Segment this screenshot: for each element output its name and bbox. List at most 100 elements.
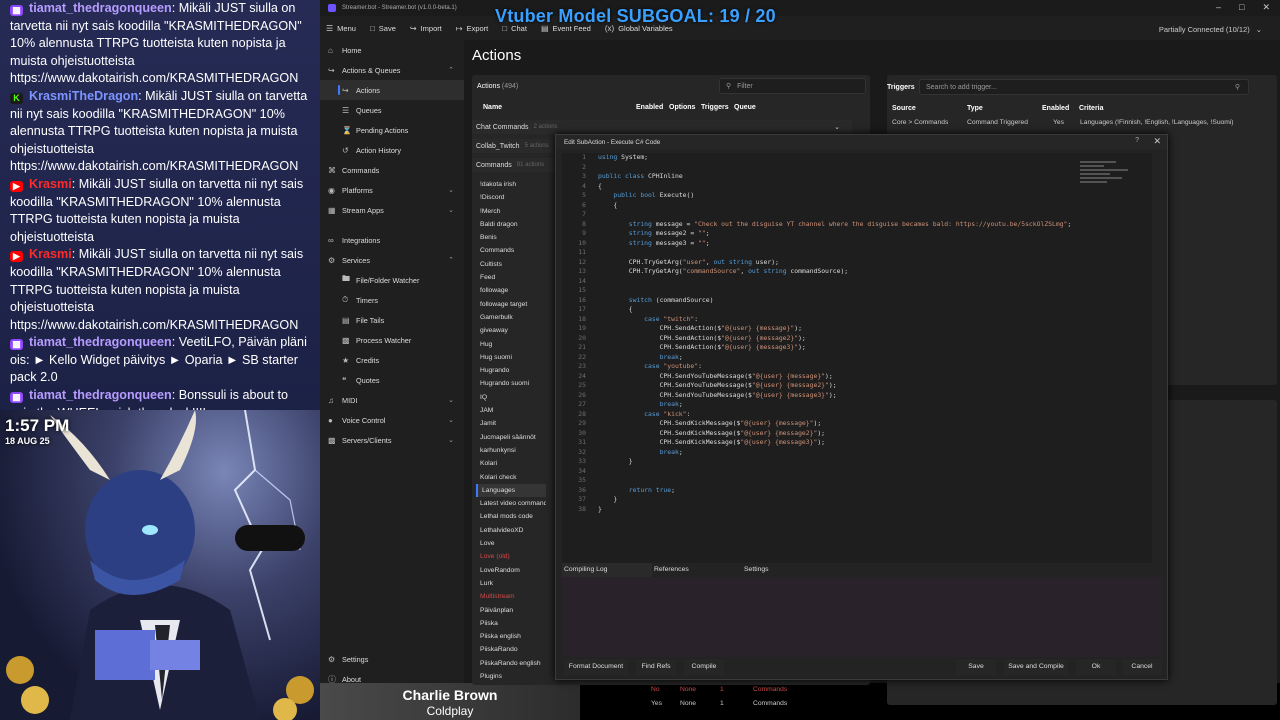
action-item[interactable]: Hug [476, 338, 546, 351]
help-icon[interactable]: ? [1135, 137, 1139, 144]
trigger-search-input[interactable]: Search to add trigger... ⚲ [919, 79, 1249, 95]
action-item[interactable]: Lethal mods code [476, 510, 546, 523]
export-button[interactable]: ↦ Export [456, 24, 488, 33]
sidebar-item-actions-queues[interactable]: ↪ Actions & Queues ⌃ [320, 60, 464, 80]
ok-button[interactable]: Ok [1076, 659, 1116, 675]
action-item[interactable]: Lurk [476, 577, 546, 590]
action-item[interactable]: Päivänplan [476, 604, 546, 617]
action-item[interactable]: Plugins [476, 670, 546, 683]
import-button[interactable]: ↪ Import [410, 24, 442, 33]
action-item[interactable]: giveaway [476, 324, 546, 337]
sidebar-item-commands[interactable]: ⌘ Commands [320, 160, 464, 180]
action-item[interactable]: Multistream [476, 590, 546, 603]
save-and-compile-button[interactable]: Save and Compile [1004, 659, 1068, 675]
col-triggers[interactable]: Triggers [701, 104, 729, 111]
col-enabled[interactable]: Enabled [636, 104, 663, 111]
save-button[interactable]: Save [956, 659, 996, 675]
edit-subaction-dialog: Edit SubAction - Execute C# Code ? ✕ 1 us… [555, 134, 1168, 680]
action-item[interactable]: Languages [476, 483, 546, 498]
code-editor[interactable]: 1 using System; 2 3 public class CPHInline 4{… [562, 153, 1152, 563]
action-item[interactable]: Feed [476, 271, 546, 284]
action-item[interactable]: Piiska english [476, 630, 546, 643]
action-item[interactable]: Hug suomi [476, 351, 546, 364]
code-line: 33 } [562, 457, 1152, 467]
action-item[interactable]: Hugrando [476, 364, 546, 377]
sidebar-item-action-history[interactable]: ↺ Action History [320, 140, 464, 160]
action-item[interactable]: JAM [476, 404, 546, 417]
col-criteria[interactable]: Criteria [1079, 105, 1104, 112]
sidebar-item-file-tails[interactable]: ▤ File Tails [320, 310, 464, 330]
close-icon[interactable]: ✕ [1153, 136, 1161, 147]
sidebar-item-pending-actions[interactable]: ⌛ Pending Actions [320, 120, 464, 140]
action-item[interactable]: Love (old) [476, 550, 546, 563]
tab-references[interactable]: References [652, 563, 742, 577]
code-text: CPH.SendKickMessage($"@{user} {message3}… [598, 438, 826, 446]
sidebar-item-credits[interactable]: ★ Credits [320, 350, 464, 370]
minimize-icon[interactable]: – [1216, 2, 1221, 13]
col-name[interactable]: Name [483, 104, 502, 111]
action-item[interactable]: !Merch [476, 205, 546, 218]
action-item[interactable]: Love [476, 537, 546, 550]
action-item[interactable]: Kolari check [476, 471, 546, 484]
close-icon[interactable]: ✕ [1262, 2, 1270, 13]
compile-button[interactable]: Compile [684, 659, 724, 675]
action-item[interactable]: Latest video command [476, 497, 546, 510]
action-item[interactable]: IQ [476, 391, 546, 404]
action-item[interactable]: Gamerbulk [476, 311, 546, 324]
col-source[interactable]: Source [892, 105, 916, 112]
group-chat-commands[interactable]: Chat Commands 2 actions ⌄ [472, 120, 852, 134]
action-item[interactable]: Commands [476, 244, 546, 257]
action-item[interactable]: Jucmapeli säännöt [476, 431, 546, 444]
sidebar-item-timers[interactable]: ⏱ Timers [320, 290, 464, 310]
format-document-button[interactable]: Format Document [564, 659, 628, 675]
action-item[interactable]: PiiskaRando [476, 643, 546, 656]
save-button[interactable]: □ Save [370, 24, 396, 33]
cancel-button[interactable]: Cancel [1122, 659, 1162, 675]
action-item[interactable]: followage target [476, 298, 546, 311]
code-text: case "youtube": [644, 362, 702, 370]
sidebar-item-midi[interactable]: ♫ MIDI ⌄ [320, 390, 464, 410]
sidebar-item-process-watcher[interactable]: ▩ Process Watcher [320, 330, 464, 350]
sidebar-item-integrations[interactable]: ∞ Integrations [320, 230, 464, 250]
sidebar-item-home[interactable]: ⌂ Home [320, 40, 464, 60]
filter-input[interactable]: ⚲ Filter [719, 78, 866, 94]
maximize-icon[interactable]: □ [1239, 2, 1244, 13]
action-item[interactable]: Kolari [476, 457, 546, 470]
col-options[interactable]: Options [669, 104, 695, 111]
search-icon: ⚲ [726, 83, 732, 90]
tab-settings[interactable]: Settings [742, 563, 832, 577]
sidebar-item-voice-control[interactable]: ● Voice Control ⌄ [320, 410, 464, 430]
action-item[interactable]: LoveRandom [476, 564, 546, 577]
col-queue[interactable]: Queue [734, 104, 756, 111]
sidebar-item-stream-apps[interactable]: ▦ Stream Apps ⌄ [320, 200, 464, 220]
sidebar-item-services[interactable]: ⚙ Services ⌃ [320, 250, 464, 270]
menu-button[interactable]: ☰ Menu [326, 24, 356, 33]
action-item[interactable]: Jamit [476, 417, 546, 430]
tab-compiling-log[interactable]: Compiling Log [562, 563, 652, 577]
action-item[interactable]: Cultists [476, 258, 546, 271]
action-item[interactable]: Hugrando suomi [476, 377, 546, 390]
action-item[interactable]: Piiska [476, 617, 546, 630]
action-item[interactable]: Benis [476, 231, 546, 244]
sidebar-item-label: About [342, 674, 362, 684]
sidebar-item-settings[interactable]: ⚙ Settings [320, 649, 464, 669]
action-item[interactable]: followage [476, 284, 546, 297]
sidebar-item-quotes[interactable]: ❝ Quotes [320, 370, 464, 390]
col-type[interactable]: Type [967, 105, 983, 112]
action-item[interactable]: PiiskaRando english [476, 657, 546, 670]
sidebar-item-queues[interactable]: ☰ Queues [320, 100, 464, 120]
action-item[interactable]: Baldi dragon [476, 218, 546, 231]
action-item[interactable]: !dakota irish [476, 178, 546, 191]
action-item[interactable]: karhunkynsi [476, 444, 546, 457]
sidebar-item-servers-clients[interactable]: ▩ Servers/Clients ⌄ [320, 430, 464, 450]
line-number: 2 [582, 162, 586, 171]
sidebar-item-about[interactable]: ⓘ About [320, 669, 464, 689]
sidebar-item-actions[interactable]: ↪ Actions [320, 80, 464, 100]
sidebar-item-platforms[interactable]: ◉ Platforms ⌄ [320, 180, 464, 200]
col-enabled[interactable]: Enabled [1042, 105, 1069, 112]
connection-status[interactable]: Partially Connected (10/12) ⌄ [1159, 25, 1262, 34]
action-item[interactable]: !Discord [476, 191, 546, 204]
action-item[interactable]: LethalvideoXD [476, 524, 546, 537]
find-refs-button[interactable]: Find Refs [636, 659, 676, 675]
sidebar-item-file-folder-watcher[interactable]: 🖿 File/Folder Watcher [320, 270, 464, 290]
